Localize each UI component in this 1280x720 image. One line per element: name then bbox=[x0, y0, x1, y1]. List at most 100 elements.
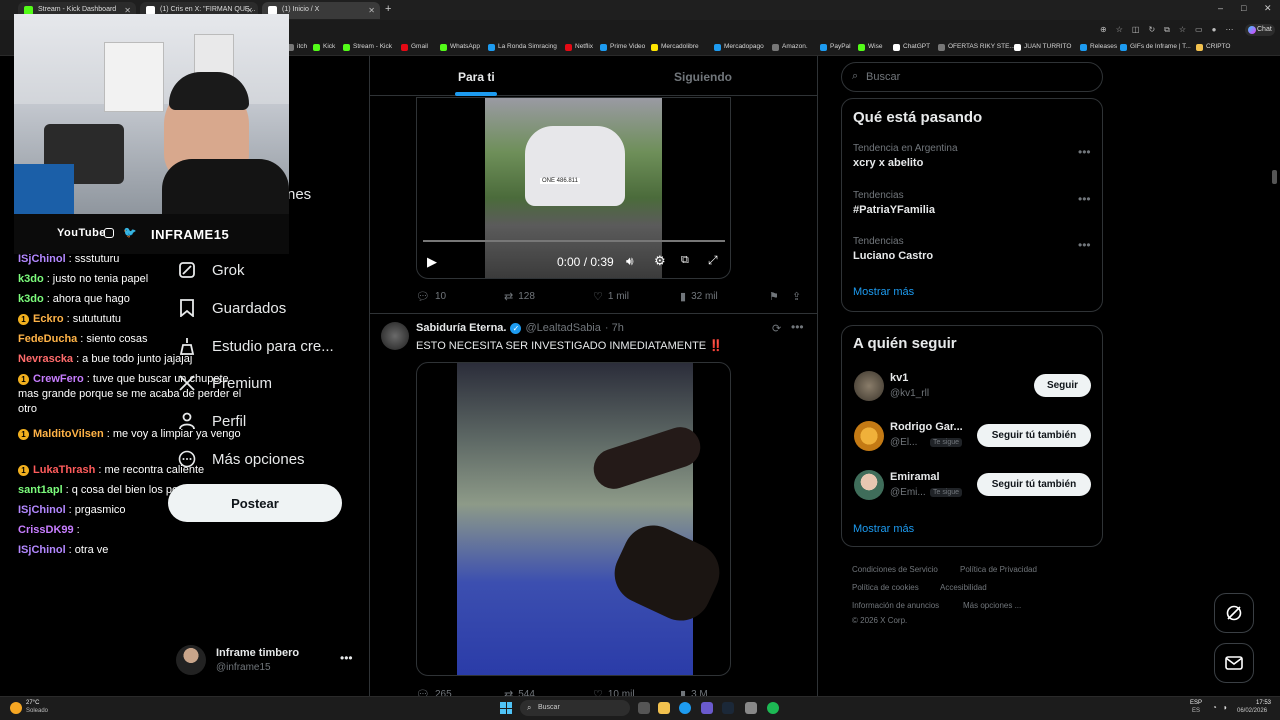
post-button[interactable]: Postear bbox=[168, 484, 342, 522]
bookmark-item[interactable]: Amazon. bbox=[772, 43, 808, 51]
grok-fab-button[interactable] bbox=[1214, 593, 1254, 633]
minimize-button[interactable]: – bbox=[1218, 3, 1223, 13]
more-icon[interactable]: ••• bbox=[1078, 192, 1091, 206]
extensions-icon[interactable]: ⧉ bbox=[1164, 25, 1170, 35]
bookmark-item[interactable]: WhatsApp bbox=[440, 43, 480, 51]
maximize-button[interactable]: □ bbox=[1241, 3, 1246, 13]
network-icon[interactable]: ◔ bbox=[1212, 703, 1217, 712]
follow-back-button[interactable]: Seguir tú también bbox=[977, 473, 1091, 496]
follow-name[interactable]: Rodrigo Gar... bbox=[890, 421, 963, 433]
chat-username[interactable]: sant1apl bbox=[18, 484, 63, 496]
video-progress-track[interactable] bbox=[423, 240, 725, 242]
chat-username[interactable]: ISjChinol bbox=[18, 504, 66, 516]
chat-username[interactable]: CrewFero bbox=[33, 373, 84, 385]
chat-username[interactable]: ISjChinol bbox=[18, 253, 66, 265]
footer-link[interactable]: Condiciones de Servicio bbox=[852, 565, 938, 574]
trend-item[interactable]: Tendencia en Argentina xcry x abelito bbox=[853, 143, 958, 169]
new-tab-button[interactable]: + bbox=[385, 3, 391, 15]
bookmark-item[interactable]: JUAN TURRITO bbox=[1014, 43, 1071, 51]
bookmark-item[interactable]: Mercadolibre bbox=[651, 43, 699, 51]
nav-item-premium[interactable]: Premium bbox=[178, 372, 272, 394]
follow-name[interactable]: kv1 bbox=[890, 372, 908, 384]
repost-count[interactable]: ⇄ 128 bbox=[504, 290, 535, 303]
bookmark-item[interactable]: Stream - Kick bbox=[343, 43, 392, 51]
copilot-chat-button[interactable]: Chat bbox=[1245, 24, 1275, 36]
bookmark-item[interactable]: CRIPTO bbox=[1196, 43, 1230, 51]
favorites-icon[interactable]: ☆ bbox=[1179, 25, 1186, 35]
weather-temp[interactable]: 27°C bbox=[26, 700, 39, 706]
star-icon[interactable]: ☆ bbox=[1116, 25, 1123, 35]
file-explorer-icon[interactable] bbox=[658, 702, 670, 714]
bookmark-item[interactable]: La Ronda Simracing bbox=[488, 43, 557, 51]
edge-icon[interactable] bbox=[679, 702, 691, 714]
nav-item-estudio[interactable]: Estudio para cre... bbox=[178, 335, 334, 357]
post-time[interactable]: · 7h bbox=[605, 322, 624, 334]
chat-username[interactable]: Eckro bbox=[33, 313, 64, 325]
post-media-video[interactable] bbox=[416, 362, 731, 676]
chat-username[interactable]: k3do bbox=[18, 273, 44, 285]
task-view-icon[interactable] bbox=[638, 702, 650, 714]
chat-username[interactable]: CrissDK99 bbox=[18, 524, 74, 536]
trend-item[interactable]: Tendencias Luciano Castro bbox=[853, 236, 933, 262]
volume-icon[interactable]: ◗ bbox=[1223, 703, 1228, 712]
messages-fab-button[interactable] bbox=[1214, 643, 1254, 683]
clock-time[interactable]: 17:53 bbox=[1242, 700, 1271, 706]
spotify-icon[interactable] bbox=[767, 702, 779, 714]
bookmark-item[interactable]: OFERTAS RIKY STE... bbox=[938, 43, 1015, 51]
collections-icon[interactable]: ▭ bbox=[1195, 25, 1203, 35]
share-button[interactable]: ⇪ bbox=[792, 290, 806, 303]
chat-username[interactable]: k3do bbox=[18, 293, 44, 305]
volume-icon[interactable]: 🔊︎ bbox=[626, 254, 634, 269]
app-icon[interactable] bbox=[745, 702, 757, 714]
more-icon[interactable]: ••• bbox=[791, 320, 804, 334]
reply-count[interactable]: 💬︎ 10 bbox=[416, 290, 446, 303]
profile-icon[interactable]: ● bbox=[1212, 25, 1217, 35]
bookmark-item[interactable]: PayPal bbox=[820, 43, 851, 51]
follow-back-button[interactable]: Seguir tú también bbox=[977, 424, 1091, 447]
fullscreen-icon[interactable]: ⤢ bbox=[708, 253, 718, 268]
settings-icon[interactable]: ⚙ bbox=[654, 253, 666, 269]
avatar[interactable] bbox=[381, 322, 409, 350]
taskbar-search[interactable]: ⌕ Buscar bbox=[520, 700, 630, 716]
windows-start-icon[interactable] bbox=[500, 702, 512, 714]
nav-item-grok[interactable]: Grok bbox=[178, 259, 245, 281]
search-input[interactable]: ⌕ Buscar bbox=[841, 62, 1103, 92]
close-icon[interactable]: ✕ bbox=[368, 6, 375, 15]
bookmark-item[interactable]: Kick bbox=[313, 43, 335, 51]
video-player[interactable]: ONE 486.811 ▶ 0:00 / 0:39 🔊︎ ⚙ ⧉ ⤢ bbox=[416, 97, 731, 279]
chat-username[interactable]: FedeDucha bbox=[18, 333, 77, 345]
more-icon[interactable]: ••• bbox=[340, 651, 353, 665]
nav-item-perfil[interactable]: Perfil bbox=[178, 410, 246, 432]
trend-item[interactable]: Tendencias #PatriaYFamilia bbox=[853, 190, 935, 216]
pip-icon[interactable]: ⧉ bbox=[681, 254, 689, 267]
account-switcher[interactable]: Inframe timbero @inframe15 ••• bbox=[176, 645, 358, 677]
tab-siguiendo[interactable]: Siguiendo bbox=[674, 70, 732, 84]
like-count[interactable]: ♡ 1 mil bbox=[593, 290, 629, 303]
bookmark-item[interactable]: Gmail bbox=[401, 43, 428, 51]
bookmark-item[interactable]: itch bbox=[287, 43, 307, 51]
bookmark-item[interactable]: Releases bbox=[1080, 43, 1117, 51]
refresh-icon[interactable]: ↻ bbox=[1148, 25, 1155, 35]
bookmark-item[interactable]: Wise bbox=[858, 43, 882, 51]
bookmark-item[interactable]: Netflix bbox=[565, 43, 593, 51]
nav-item-mas-opciones[interactable]: Más opciones bbox=[178, 448, 305, 470]
scrollbar-thumb[interactable] bbox=[1272, 170, 1277, 184]
language-indicator[interactable]: ESP bbox=[1190, 700, 1202, 706]
follow-button[interactable]: Seguir bbox=[1034, 374, 1091, 397]
view-count[interactable]: ▮ 32 mil bbox=[680, 290, 718, 303]
footer-link[interactable]: Política de Privacidad bbox=[960, 565, 1037, 574]
footer-link[interactable]: Información de anuncios bbox=[852, 601, 939, 610]
follow-name[interactable]: Emiramal bbox=[890, 471, 940, 483]
show-more-link[interactable]: Mostrar más bbox=[853, 523, 914, 535]
play-icon[interactable]: ▶ bbox=[427, 254, 437, 270]
footer-link[interactable]: Política de cookies bbox=[852, 583, 919, 592]
avatar[interactable] bbox=[854, 421, 884, 451]
nav-item-guardados[interactable]: Guardados bbox=[178, 297, 286, 319]
show-more-link[interactable]: Mostrar más bbox=[853, 286, 914, 298]
reader-icon[interactable]: ◫ bbox=[1132, 25, 1140, 35]
bookmark-item[interactable]: Mercadopago bbox=[714, 43, 764, 51]
bookmark-item[interactable]: ChatGPT bbox=[893, 43, 930, 51]
bookmark-item[interactable]: GIFs de Inframe | T... bbox=[1120, 43, 1191, 51]
steam-icon[interactable] bbox=[722, 702, 734, 714]
menu-icon[interactable]: ⋯ bbox=[1225, 25, 1233, 35]
